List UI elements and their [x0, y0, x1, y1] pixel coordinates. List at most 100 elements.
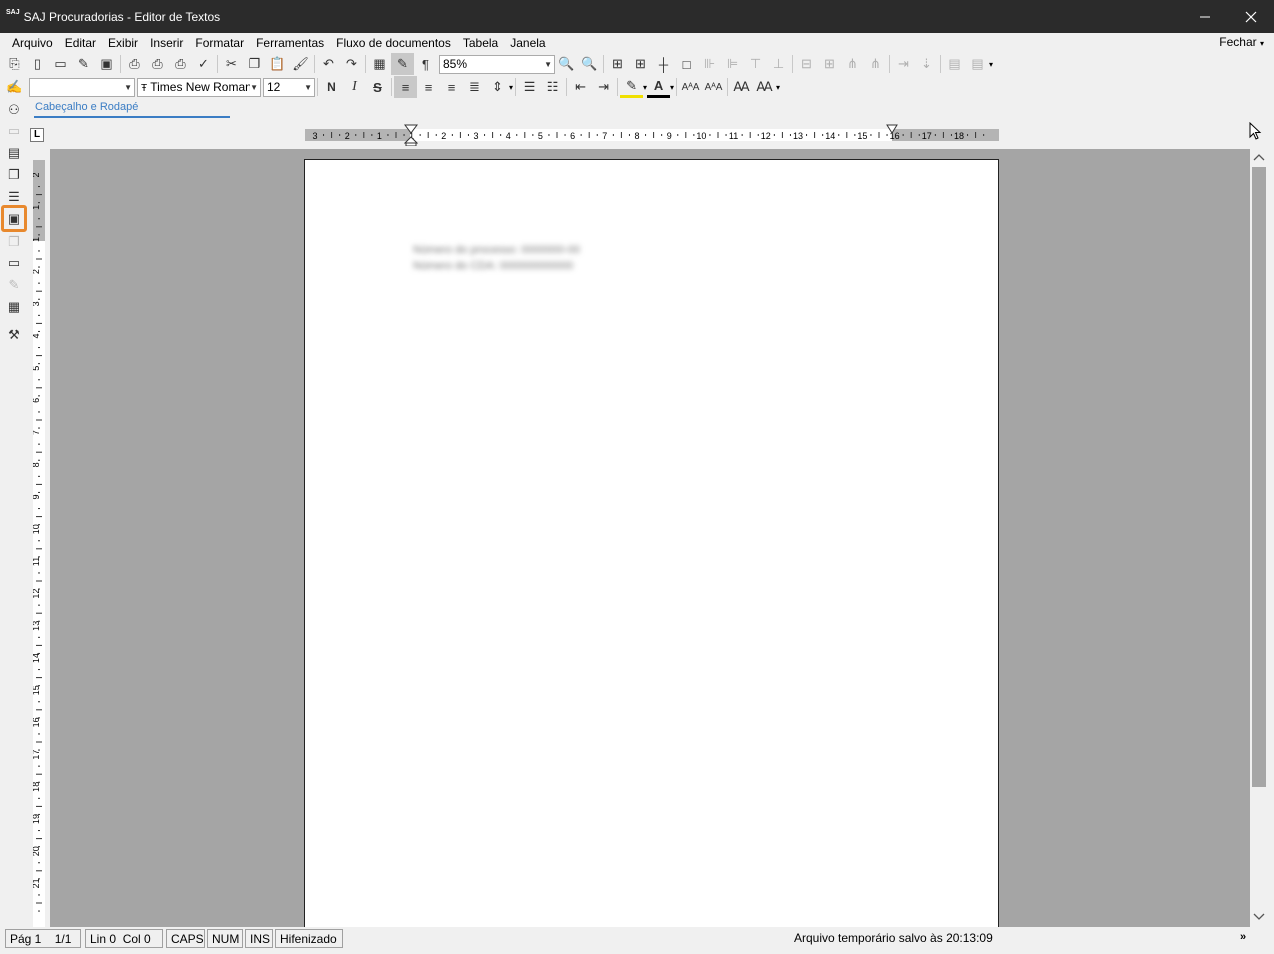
- undo-icon[interactable]: ↶: [317, 53, 340, 75]
- comment-icon[interactable]: ▭: [3, 253, 25, 273]
- delete-row-icon[interactable]: ⋔: [864, 53, 887, 75]
- right-indent-marker-icon[interactable]: [886, 124, 898, 134]
- bold-button[interactable]: N: [320, 76, 343, 98]
- menu-arquivo[interactable]: Arquivo: [8, 36, 61, 50]
- form-field-icon[interactable]: ▭: [3, 121, 25, 141]
- header-footer-tab[interactable]: Cabeçalho e Rodapé: [28, 99, 1274, 118]
- chevron-down-icon[interactable]: ▾: [670, 83, 674, 92]
- highlight-color-icon[interactable]: ✎: [620, 76, 644, 98]
- expand-icon[interactable]: »: [1240, 931, 1246, 943]
- font-select[interactable]: Ŧ Times New Roman ▼: [137, 77, 261, 97]
- document-list-icon[interactable]: ☰: [3, 187, 25, 207]
- menu-tabela[interactable]: Tabela: [459, 36, 506, 50]
- shrink-font-icon[interactable]: AᴬA: [702, 76, 725, 98]
- align-center-icon[interactable]: ≡: [417, 76, 440, 98]
- template-variable-icon[interactable]: ⚇: [3, 100, 25, 120]
- zoom-out-icon[interactable]: 🔍: [555, 53, 578, 75]
- menu-fluxo-documentos[interactable]: Fluxo de documentos: [332, 36, 459, 50]
- align-left-icon[interactable]: ≡: [394, 76, 417, 98]
- insert-row-above-icon[interactable]: ⊤: [744, 53, 767, 75]
- table-borders-icon[interactable]: ⊞: [606, 53, 629, 75]
- print-icon[interactable]: ⎙: [123, 53, 146, 75]
- print-setup-icon[interactable]: ⎙: [169, 53, 192, 75]
- menu-exibir[interactable]: Exibir: [104, 36, 146, 50]
- vertical-ruler[interactable]: 21123456789101112131415161718192021: [28, 149, 50, 927]
- decrease-indent-icon[interactable]: ⇤: [569, 76, 592, 98]
- format-painter-icon[interactable]: 🖌: [289, 53, 312, 75]
- table-grid-icon[interactable]: ▦: [368, 53, 391, 75]
- document-canvas[interactable]: Número do processo: 0000000-00 Número do…: [50, 149, 1250, 927]
- numbered-list-icon[interactable]: ☷: [541, 76, 564, 98]
- vertical-scrollbar[interactable]: [1250, 149, 1274, 927]
- menu-inserir[interactable]: Inserir: [146, 36, 191, 50]
- table-inner-borders-icon[interactable]: ┼: [652, 53, 675, 75]
- open-template-icon[interactable]: ⎘: [3, 53, 26, 75]
- new-document-icon[interactable]: ▯: [26, 53, 49, 75]
- cell-valign-icon[interactable]: ⇣: [915, 53, 938, 75]
- pilcrow-icon[interactable]: ¶: [414, 53, 437, 75]
- copy-doc-icon[interactable]: ❐: [3, 165, 25, 185]
- copy-icon[interactable]: ❐: [243, 53, 266, 75]
- italic-button[interactable]: I: [343, 76, 366, 98]
- paste-icon[interactable]: 📋: [266, 53, 289, 75]
- spellcheck-icon[interactable]: ✓: [192, 53, 215, 75]
- edit-mode-icon[interactable]: ✎: [391, 53, 414, 75]
- chevron-down-icon[interactable]: ▾: [989, 60, 993, 69]
- insert-column-right-icon[interactable]: ⊫: [721, 53, 744, 75]
- split-cells-icon[interactable]: ⊞: [818, 53, 841, 75]
- scrollbar-thumb[interactable]: [1252, 167, 1266, 787]
- style-select[interactable]: ▼: [29, 77, 135, 97]
- clear-format-icon[interactable]: Ꜳ: [753, 76, 776, 98]
- menu-formatar[interactable]: Formatar: [191, 36, 252, 50]
- align-right-icon[interactable]: ≡: [440, 76, 463, 98]
- table-outer-border-icon[interactable]: □: [675, 53, 698, 75]
- strikethrough-button[interactable]: S: [366, 76, 389, 98]
- horizontal-ruler[interactable]: L 3 2 1 1 2 3 4 5 6 7 8 9 10 11 12 13 14 15 16 17 18: [28, 124, 1274, 146]
- insert-column-left-icon[interactable]: ⊪: [698, 53, 721, 75]
- table-properties-icon[interactable]: ▤: [943, 53, 966, 75]
- bullet-list-icon[interactable]: ☰: [518, 76, 541, 98]
- print-preview-icon[interactable]: ⎙: [146, 53, 169, 75]
- delete-column-icon[interactable]: ⋔: [841, 53, 864, 75]
- document-fields-icon[interactable]: ▤: [3, 143, 25, 163]
- menu-fechar[interactable]: Fechar ▾: [1219, 35, 1264, 49]
- increase-indent-icon[interactable]: ⇥: [592, 76, 615, 98]
- menu-editar[interactable]: Editar: [61, 36, 104, 50]
- chevron-down-icon[interactable]: ▾: [776, 83, 780, 92]
- signature-icon[interactable]: ✎: [3, 275, 25, 295]
- zoom-select[interactable]: 85% ▼: [439, 54, 555, 74]
- cut-icon[interactable]: ✂: [220, 53, 243, 75]
- minimize-button[interactable]: [1182, 0, 1228, 33]
- ruler-tick: [419, 134, 421, 136]
- table-style-icon[interactable]: ▤: [966, 53, 989, 75]
- open-folder-icon[interactable]: ▭: [49, 53, 72, 75]
- cell-align-icon[interactable]: ⇥: [892, 53, 915, 75]
- scroll-down-icon[interactable]: [1252, 912, 1266, 922]
- page-setup-icon[interactable]: ▦: [3, 297, 25, 317]
- insert-row-below-icon[interactable]: ⊥: [767, 53, 790, 75]
- scroll-up-icon[interactable]: [1252, 152, 1266, 162]
- line-spacing-icon[interactable]: ⇕: [486, 76, 509, 98]
- justify-icon[interactable]: ≣: [463, 76, 486, 98]
- font-size-select[interactable]: 12 ▼: [263, 77, 315, 97]
- chevron-down-icon[interactable]: ▾: [509, 83, 513, 92]
- zoom-in-icon[interactable]: 🔍: [578, 53, 601, 75]
- document-page[interactable]: Número do processo: 0000000-00 Número do…: [304, 159, 999, 927]
- font-color-icon[interactable]: A: [647, 76, 671, 98]
- redo-icon[interactable]: ↷: [340, 53, 363, 75]
- close-window-button[interactable]: [1228, 0, 1274, 33]
- styles-icon[interactable]: ✍: [3, 76, 26, 98]
- change-case-icon[interactable]: Ꜳ: [730, 76, 753, 98]
- header-footer-icon[interactable]: ▣: [1, 205, 27, 232]
- duplicate-icon[interactable]: ❐: [3, 232, 25, 252]
- menu-ferramentas[interactable]: Ferramentas: [252, 36, 332, 50]
- grow-font-icon[interactable]: AᴬA: [679, 76, 702, 98]
- tab-stop-selector[interactable]: L: [30, 128, 44, 142]
- indent-marker-icon[interactable]: [404, 124, 418, 146]
- menu-janela[interactable]: Janela: [506, 36, 553, 50]
- edit-document-icon[interactable]: ✎: [72, 53, 95, 75]
- save-icon[interactable]: ▣: [95, 53, 118, 75]
- table-all-borders-icon[interactable]: ⊞: [629, 53, 652, 75]
- paint-format-icon[interactable]: ⚒: [3, 325, 25, 345]
- merge-cells-icon[interactable]: ⊟: [795, 53, 818, 75]
